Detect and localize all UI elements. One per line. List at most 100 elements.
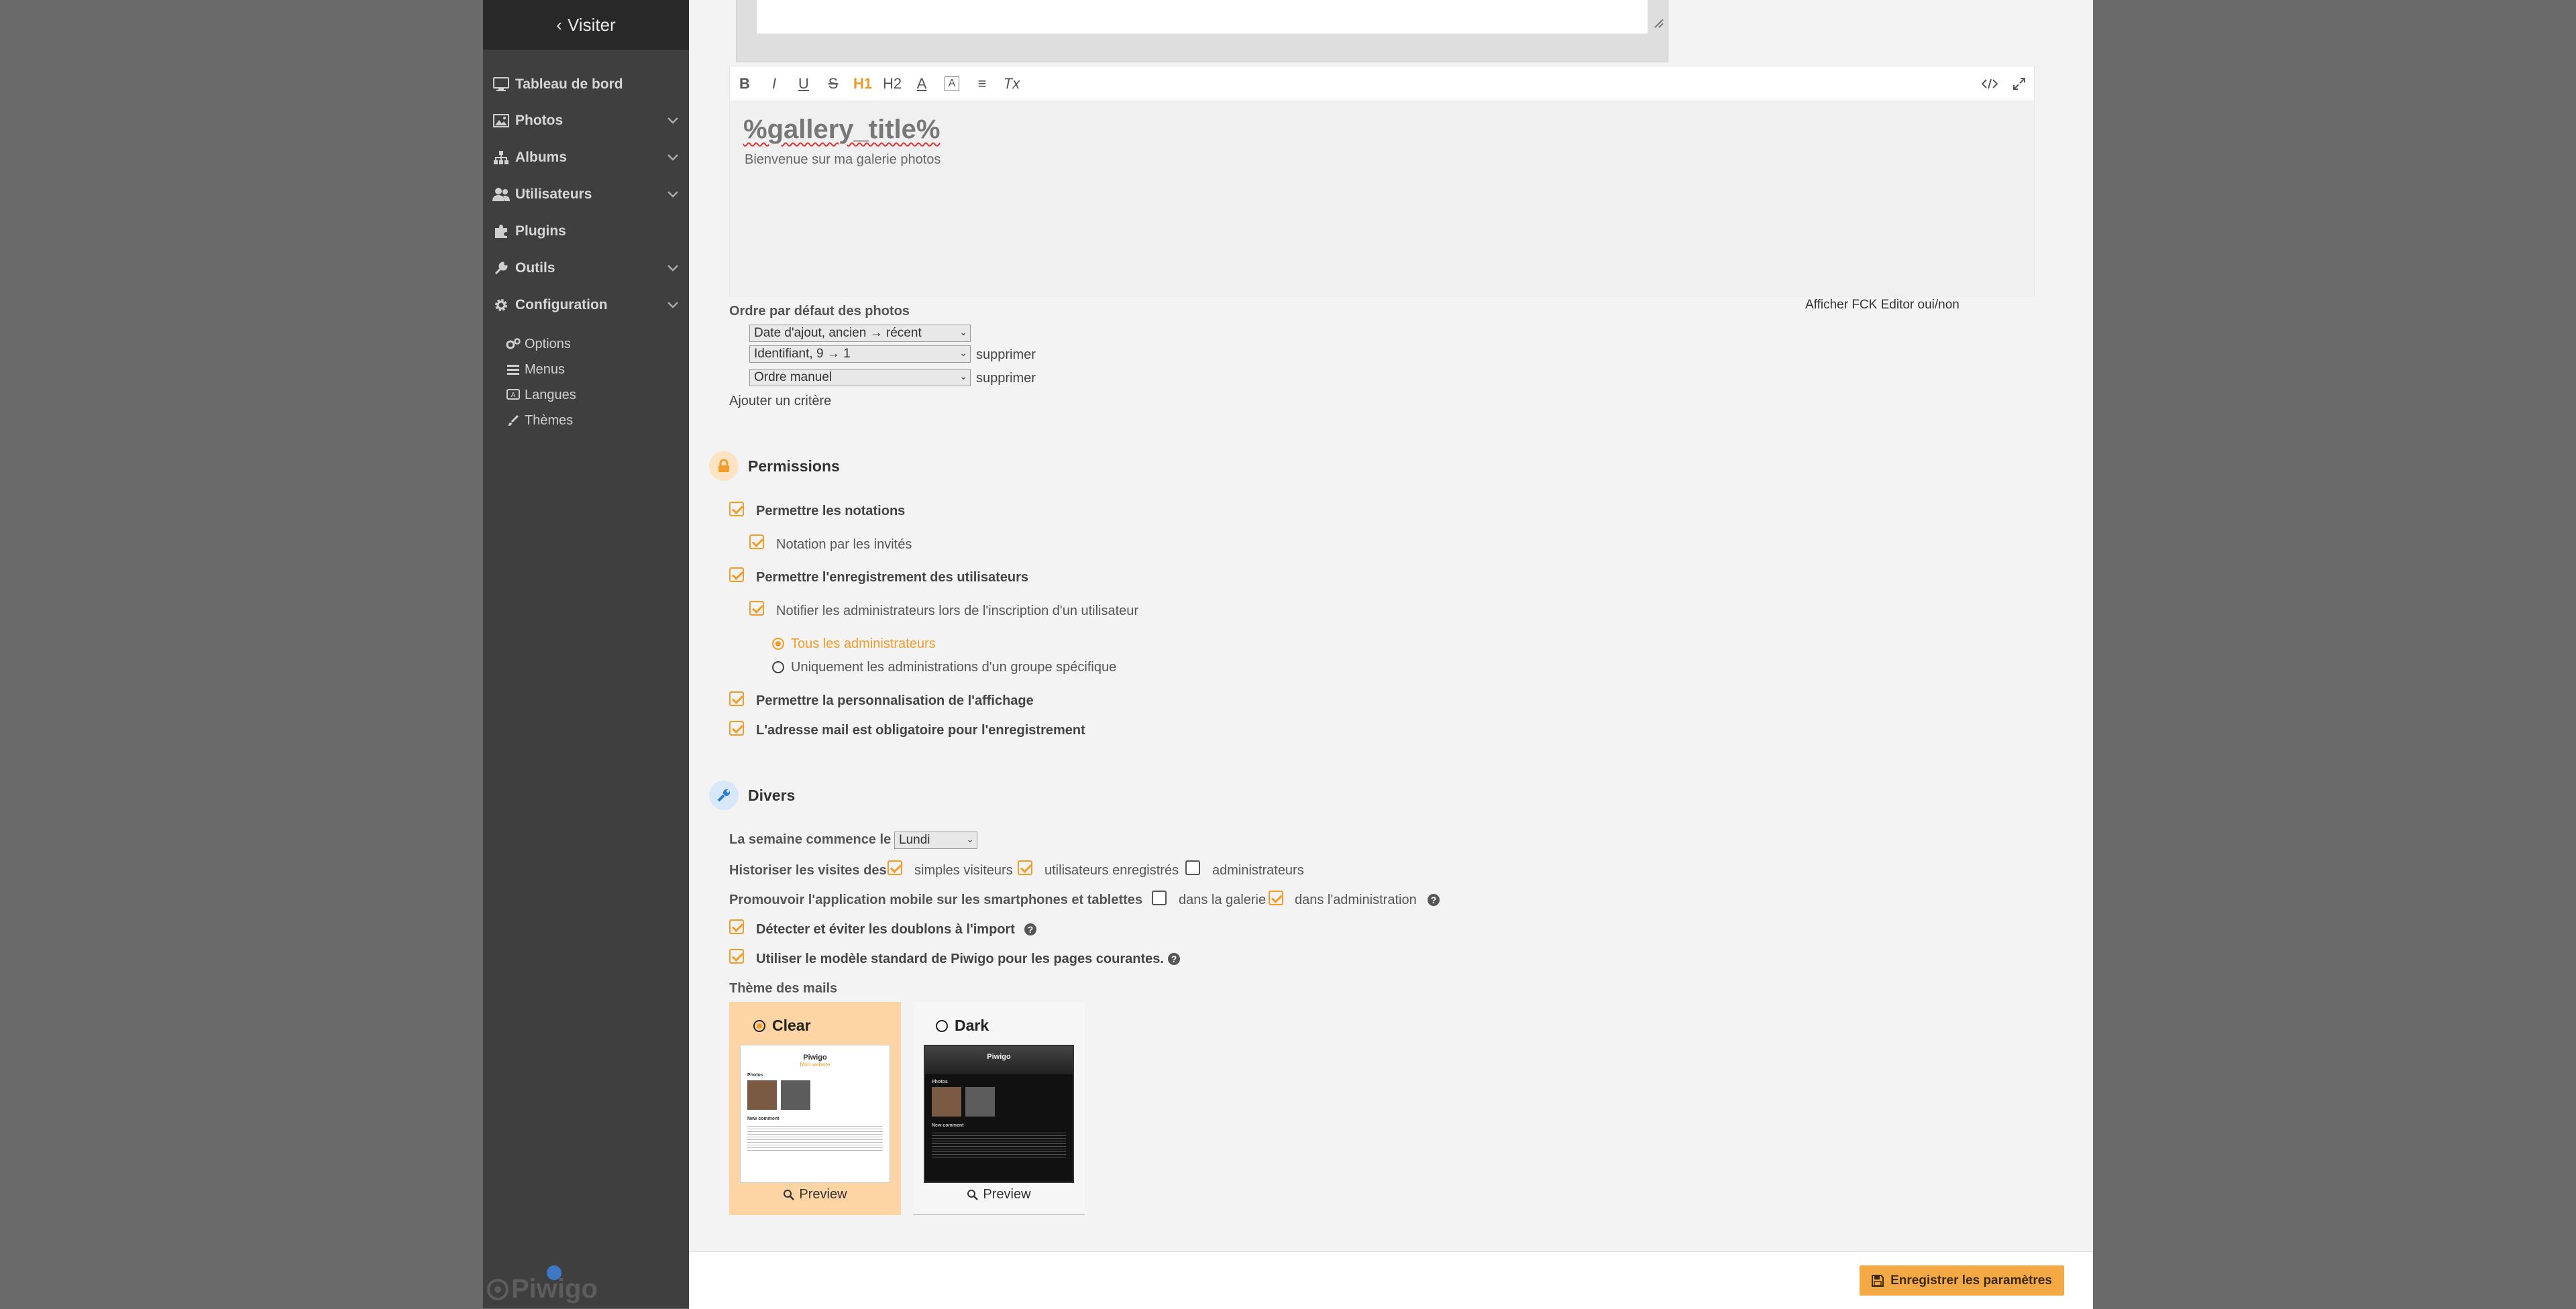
group-admins-radio[interactable] [772, 661, 784, 673]
all-admins-radio[interactable] [772, 638, 784, 650]
custom-display-label: Permettre la personnalisation de l'affic… [756, 693, 1034, 708]
photo-thumbnail [932, 1087, 961, 1117]
theme-dark-preview[interactable]: Preview [913, 1187, 1085, 1202]
sidebar-subitem-themes[interactable]: Thèmes [504, 409, 573, 432]
history-guests-label: simples visiteurs [914, 863, 1013, 878]
sidebar-item-albums[interactable]: Albums [491, 144, 681, 171]
history-admins-checkbox[interactable] [1185, 860, 1200, 875]
chevron-down-icon [667, 154, 678, 161]
piwigo-logo: Piwigo [487, 1274, 598, 1304]
fullscreen-icon[interactable] [2004, 66, 2034, 101]
permissions-section-header: Permissions [709, 451, 840, 481]
chevron-down-icon [667, 302, 678, 308]
sidebar-subitem-options[interactable]: Options [504, 333, 571, 355]
theme-dark-header: Dark [936, 1017, 989, 1035]
theme-clear-radio[interactable] [753, 1019, 765, 1032]
guest-rating-checkbox[interactable] [749, 534, 764, 549]
zoom-icon [784, 1189, 795, 1200]
photo-thumbnail [747, 1080, 777, 1110]
italic-button[interactable]: I [759, 66, 789, 101]
theme-clear-header: Clear [753, 1017, 811, 1035]
visit-label: Visiter [567, 14, 616, 35]
background-color-button[interactable]: A [945, 76, 959, 91]
editor-body-text: Bienvenue sur ma galerie photos [745, 152, 941, 167]
visit-link[interactable]: ‹ Visiter [483, 0, 689, 50]
fck-editor-toggle[interactable]: Afficher FCK Editor oui/non [1805, 298, 1960, 312]
sidebar-item-users[interactable]: Utilisateurs [491, 181, 681, 208]
chevron-down-icon: ⌄ [959, 371, 967, 382]
week-start-select[interactable]: Lundi ⌄ [894, 832, 977, 849]
heading2-button[interactable]: H2 [877, 66, 907, 101]
order-criterion-select-2[interactable]: Identifiant, 9 → 1 ⌄ [749, 345, 971, 363]
underline-button[interactable]: U [789, 66, 818, 101]
help-icon[interactable]: ? [1428, 894, 1440, 906]
strikethrough-button[interactable]: S [818, 66, 848, 101]
sidebar-item-label: Utilisateurs [515, 186, 592, 202]
history-users-checkbox[interactable] [1018, 860, 1032, 875]
editor-toolbar: B I U S H1 H2 A A ≡ Tx [729, 66, 2035, 102]
help-icon[interactable]: ? [1168, 953, 1180, 965]
lock-icon [709, 451, 739, 481]
main-content: B I U S H1 H2 A A ≡ Tx %gallery_title% B… [689, 0, 2093, 1309]
heading1-button[interactable]: H1 [848, 66, 877, 101]
remove-criterion-link-3[interactable]: supprimer [976, 371, 1036, 386]
chevron-down-icon: ⌄ [959, 327, 967, 337]
sidebar-item-plugins[interactable]: Plugins [491, 218, 681, 245]
mobile-gallery-label: dans la galerie [1179, 893, 1267, 907]
help-icon[interactable]: ? [1024, 923, 1036, 935]
rich-text-editor[interactable]: %gallery_title% Bienvenue sur ma galerie… [729, 101, 2035, 296]
sidebar-subitem-languages[interactable]: A Langues [504, 384, 576, 406]
allow-registration-checkbox[interactable] [729, 567, 744, 582]
custom-display-checkbox[interactable] [729, 691, 744, 706]
clear-format-button[interactable]: Tx [997, 66, 1026, 101]
standard-template-checkbox[interactable] [729, 949, 744, 964]
sidebar-item-label: Photos [515, 113, 564, 128]
theme-dark-thumbnail: Piwigo Photos New comment [924, 1045, 1074, 1183]
sidebar-item-tools[interactable]: Outils [491, 255, 681, 282]
mobile-gallery-checkbox[interactable] [1152, 891, 1167, 905]
wrench-icon [491, 261, 511, 276]
duplicates-checkbox[interactable] [729, 919, 744, 934]
theme-clear-preview[interactable]: Preview [729, 1187, 901, 1202]
notify-admins-checkbox[interactable] [749, 601, 764, 616]
duplicates-label: Détecter et éviter les doublons à l'impo… [756, 922, 1015, 937]
order-criterion-select-3[interactable]: Ordre manuel ⌄ [749, 369, 971, 386]
theme-dark-radio[interactable] [936, 1019, 948, 1032]
textarea-above[interactable] [736, 0, 1668, 62]
sidebar-subitem-menus[interactable]: Menus [504, 358, 565, 381]
sidebar-item-dashboard[interactable]: Tableau de bord [491, 71, 681, 98]
monitor-icon [491, 77, 511, 92]
theme-card-clear[interactable]: Clear Piwigo Mon website Photos New comm… [729, 1002, 901, 1215]
zoom-icon [967, 1189, 979, 1200]
remove-criterion-link-2[interactable]: supprimer [976, 347, 1036, 363]
theme-card-dark[interactable]: Dark Piwigo Photos New comment Preview [913, 1002, 1085, 1215]
photo-thumbnail [781, 1080, 810, 1110]
textarea-inner[interactable] [757, 0, 1648, 34]
allow-rating-checkbox[interactable] [729, 502, 744, 516]
align-button[interactable]: ≡ [967, 66, 997, 101]
order-criterion-select-1[interactable]: Date d'ajout, ancien → récent ⌄ [749, 325, 971, 342]
bold-button[interactable]: B [730, 66, 759, 101]
history-admins-label: administrateurs [1212, 863, 1304, 878]
chevron-left-icon: ‹ [556, 14, 562, 35]
sidebar-subitem-label: Options [525, 336, 571, 351]
wrench-icon [709, 781, 739, 810]
email-mandatory-checkbox[interactable] [729, 721, 744, 736]
add-criterion-link[interactable]: Ajouter un critère [729, 394, 831, 409]
sitemap-icon [491, 150, 511, 165]
history-label: Historiser les visites des [729, 863, 887, 878]
standard-template-label: Utiliser le modèle standard de Piwigo po… [756, 952, 1164, 966]
resize-handle-icon[interactable] [1653, 17, 1664, 28]
sidebar-item-photos[interactable]: Photos [491, 107, 681, 134]
editor-heading-text: %gallery_title% [743, 115, 941, 144]
background-right [2093, 0, 2576, 1308]
code-view-icon[interactable] [1975, 66, 2004, 101]
mobile-admin-checkbox[interactable] [1269, 891, 1283, 905]
sidebar-item-configuration[interactable]: Configuration [491, 292, 681, 319]
save-settings-button[interactable]: Enregistrer les paramètres [1860, 1265, 2064, 1296]
theme-clear-thumbnail: Piwigo Mon website Photos New comment [740, 1045, 890, 1183]
text-color-button[interactable]: A [907, 66, 936, 101]
week-start-label: La semaine commence le [729, 832, 892, 847]
sidebar-subitem-label: Thèmes [525, 412, 574, 428]
history-guests-checkbox[interactable] [888, 860, 902, 875]
